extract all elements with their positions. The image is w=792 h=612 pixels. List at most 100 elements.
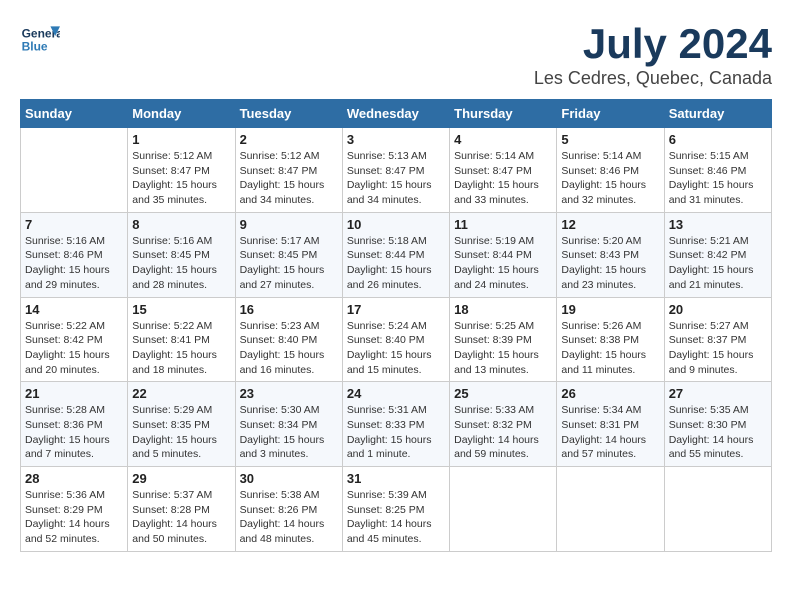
calendar-cell: 10 Sunrise: 5:18 AMSunset: 8:44 PMDayligh… <box>342 212 449 297</box>
cell-info: Sunrise: 5:37 AMSunset: 8:28 PMDaylight:… <box>132 489 217 545</box>
day-number: 17 <box>347 302 445 317</box>
day-number: 7 <box>25 217 123 232</box>
calendar-cell: 26 Sunrise: 5:34 AMSunset: 8:31 PMDayligh… <box>557 382 664 467</box>
calendar-cell: 18 Sunrise: 5:25 AMSunset: 8:39 PMDayligh… <box>450 297 557 382</box>
day-number: 11 <box>454 217 552 232</box>
day-number: 30 <box>240 471 338 486</box>
cell-info: Sunrise: 5:16 AMSunset: 8:45 PMDaylight:… <box>132 235 217 291</box>
day-number: 2 <box>240 132 338 147</box>
location: Les Cedres, Quebec, Canada <box>534 68 772 89</box>
cell-info: Sunrise: 5:26 AMSunset: 8:38 PMDaylight:… <box>561 320 646 376</box>
day-number: 19 <box>561 302 659 317</box>
day-header-tuesday: Tuesday <box>235 100 342 128</box>
cell-info: Sunrise: 5:27 AMSunset: 8:37 PMDaylight:… <box>669 320 754 376</box>
day-number: 29 <box>132 471 230 486</box>
cell-info: Sunrise: 5:39 AMSunset: 8:25 PMDaylight:… <box>347 489 432 545</box>
day-number: 21 <box>25 386 123 401</box>
calendar-cell: 31 Sunrise: 5:39 AMSunset: 8:25 PMDayligh… <box>342 467 449 552</box>
week-row-4: 21 Sunrise: 5:28 AMSunset: 8:36 PMDayligh… <box>21 382 772 467</box>
calendar-cell: 5 Sunrise: 5:14 AMSunset: 8:46 PMDaylight… <box>557 128 664 213</box>
week-row-2: 7 Sunrise: 5:16 AMSunset: 8:46 PMDaylight… <box>21 212 772 297</box>
page-header: General Blue July 2024 Les Cedres, Quebe… <box>20 20 772 89</box>
calendar-cell: 20 Sunrise: 5:27 AMSunset: 8:37 PMDayligh… <box>664 297 771 382</box>
day-number: 31 <box>347 471 445 486</box>
day-number: 20 <box>669 302 767 317</box>
cell-info: Sunrise: 5:14 AMSunset: 8:46 PMDaylight:… <box>561 150 646 206</box>
cell-info: Sunrise: 5:36 AMSunset: 8:29 PMDaylight:… <box>25 489 110 545</box>
calendar-cell: 25Sunrise: 5:33 AMSunset: 8:32 PMDayligh… <box>450 382 557 467</box>
day-number: 8 <box>132 217 230 232</box>
calendar-cell: 7 Sunrise: 5:16 AMSunset: 8:46 PMDaylight… <box>21 212 128 297</box>
day-number: 9 <box>240 217 338 232</box>
calendar-cell: 12 Sunrise: 5:20 AMSunset: 8:43 PMDayligh… <box>557 212 664 297</box>
cell-info: Sunrise: 5:19 AMSunset: 8:44 PMDaylight:… <box>454 235 539 291</box>
cell-info: Sunrise: 5:29 AMSunset: 8:35 PMDaylight:… <box>132 404 217 460</box>
calendar-cell: 17 Sunrise: 5:24 AMSunset: 8:40 PMDayligh… <box>342 297 449 382</box>
cell-info: Sunrise: 5:16 AMSunset: 8:46 PMDaylight:… <box>25 235 110 291</box>
cell-info: Sunrise: 5:22 AMSunset: 8:42 PMDaylight:… <box>25 320 110 376</box>
cell-info: Sunrise: 5:15 AMSunset: 8:46 PMDaylight:… <box>669 150 754 206</box>
calendar-cell: 1Sunrise: 5:12 AMSunset: 8:47 PMDaylight… <box>128 128 235 213</box>
cell-info: Sunrise: 5:38 AMSunset: 8:26 PMDaylight:… <box>240 489 325 545</box>
week-row-5: 28 Sunrise: 5:36 AMSunset: 8:29 PMDayligh… <box>21 467 772 552</box>
day-header-saturday: Saturday <box>664 100 771 128</box>
day-header-friday: Friday <box>557 100 664 128</box>
cell-info: Sunrise: 5:13 AMSunset: 8:47 PMDaylight:… <box>347 150 432 206</box>
day-number: 6 <box>669 132 767 147</box>
calendar-cell: 21 Sunrise: 5:28 AMSunset: 8:36 PMDayligh… <box>21 382 128 467</box>
cell-info: Sunrise: 5:24 AMSunset: 8:40 PMDaylight:… <box>347 320 432 376</box>
svg-text:Blue: Blue <box>22 39 48 53</box>
calendar-cell: 29 Sunrise: 5:37 AMSunset: 8:28 PMDayligh… <box>128 467 235 552</box>
day-number: 24 <box>347 386 445 401</box>
day-number: 5 <box>561 132 659 147</box>
title-block: July 2024 Les Cedres, Quebec, Canada <box>534 20 772 89</box>
cell-info: Sunrise: 5:14 AMSunset: 8:47 PMDaylight:… <box>454 150 539 206</box>
day-number: 12 <box>561 217 659 232</box>
week-row-1: 1Sunrise: 5:12 AMSunset: 8:47 PMDaylight… <box>21 128 772 213</box>
day-number: 22 <box>132 386 230 401</box>
cell-info: Sunrise: 5:25 AMSunset: 8:39 PMDaylight:… <box>454 320 539 376</box>
day-number: 23 <box>240 386 338 401</box>
calendar-cell: 30 Sunrise: 5:38 AMSunset: 8:26 PMDayligh… <box>235 467 342 552</box>
calendar-body: 1Sunrise: 5:12 AMSunset: 8:47 PMDaylight… <box>21 128 772 552</box>
day-header-monday: Monday <box>128 100 235 128</box>
cell-info: Sunrise: 5:18 AMSunset: 8:44 PMDaylight:… <box>347 235 432 291</box>
day-number: 10 <box>347 217 445 232</box>
cell-info: Sunrise: 5:30 AMSunset: 8:34 PMDaylight:… <box>240 404 325 460</box>
calendar-header-row: SundayMondayTuesdayWednesdayThursdayFrid… <box>21 100 772 128</box>
calendar-cell: 13Sunrise: 5:21 AMSunset: 8:42 PMDayligh… <box>664 212 771 297</box>
calendar-cell: 11 Sunrise: 5:19 AMSunset: 8:44 PMDayligh… <box>450 212 557 297</box>
calendar-cell: 22 Sunrise: 5:29 AMSunset: 8:35 PMDayligh… <box>128 382 235 467</box>
calendar-table: SundayMondayTuesdayWednesdayThursdayFrid… <box>20 99 772 552</box>
calendar-cell <box>450 467 557 552</box>
logo-icon: General Blue <box>20 20 60 60</box>
day-number: 16 <box>240 302 338 317</box>
calendar-cell: 16 Sunrise: 5:23 AMSunset: 8:40 PMDayligh… <box>235 297 342 382</box>
calendar-cell: 14 Sunrise: 5:22 AMSunset: 8:42 PMDayligh… <box>21 297 128 382</box>
month-title: July 2024 <box>534 20 772 68</box>
day-number: 4 <box>454 132 552 147</box>
calendar-cell: 4 Sunrise: 5:14 AMSunset: 8:47 PMDaylight… <box>450 128 557 213</box>
cell-info: Sunrise: 5:12 AMSunset: 8:47 PMDaylight:… <box>132 150 217 206</box>
day-header-thursday: Thursday <box>450 100 557 128</box>
day-number: 18 <box>454 302 552 317</box>
day-number: 27 <box>669 386 767 401</box>
day-header-sunday: Sunday <box>21 100 128 128</box>
day-number: 13 <box>669 217 767 232</box>
day-number: 26 <box>561 386 659 401</box>
day-number: 28 <box>25 471 123 486</box>
calendar-cell: 23 Sunrise: 5:30 AMSunset: 8:34 PMDayligh… <box>235 382 342 467</box>
calendar-cell: 28 Sunrise: 5:36 AMSunset: 8:29 PMDayligh… <box>21 467 128 552</box>
day-number: 3 <box>347 132 445 147</box>
calendar-cell: 8 Sunrise: 5:16 AMSunset: 8:45 PMDaylight… <box>128 212 235 297</box>
cell-info: Sunrise: 5:34 AMSunset: 8:31 PMDaylight:… <box>561 404 646 460</box>
day-number: 14 <box>25 302 123 317</box>
cell-info: Sunrise: 5:12 AMSunset: 8:47 PMDaylight:… <box>240 150 325 206</box>
day-number: 15 <box>132 302 230 317</box>
cell-info: Sunrise: 5:28 AMSunset: 8:36 PMDaylight:… <box>25 404 110 460</box>
calendar-cell: 2 Sunrise: 5:12 AMSunset: 8:47 PMDaylight… <box>235 128 342 213</box>
cell-info: Sunrise: 5:23 AMSunset: 8:40 PMDaylight:… <box>240 320 325 376</box>
week-row-3: 14 Sunrise: 5:22 AMSunset: 8:42 PMDayligh… <box>21 297 772 382</box>
cell-info: Sunrise: 5:20 AMSunset: 8:43 PMDaylight:… <box>561 235 646 291</box>
cell-info: Sunrise: 5:31 AMSunset: 8:33 PMDaylight:… <box>347 404 432 460</box>
